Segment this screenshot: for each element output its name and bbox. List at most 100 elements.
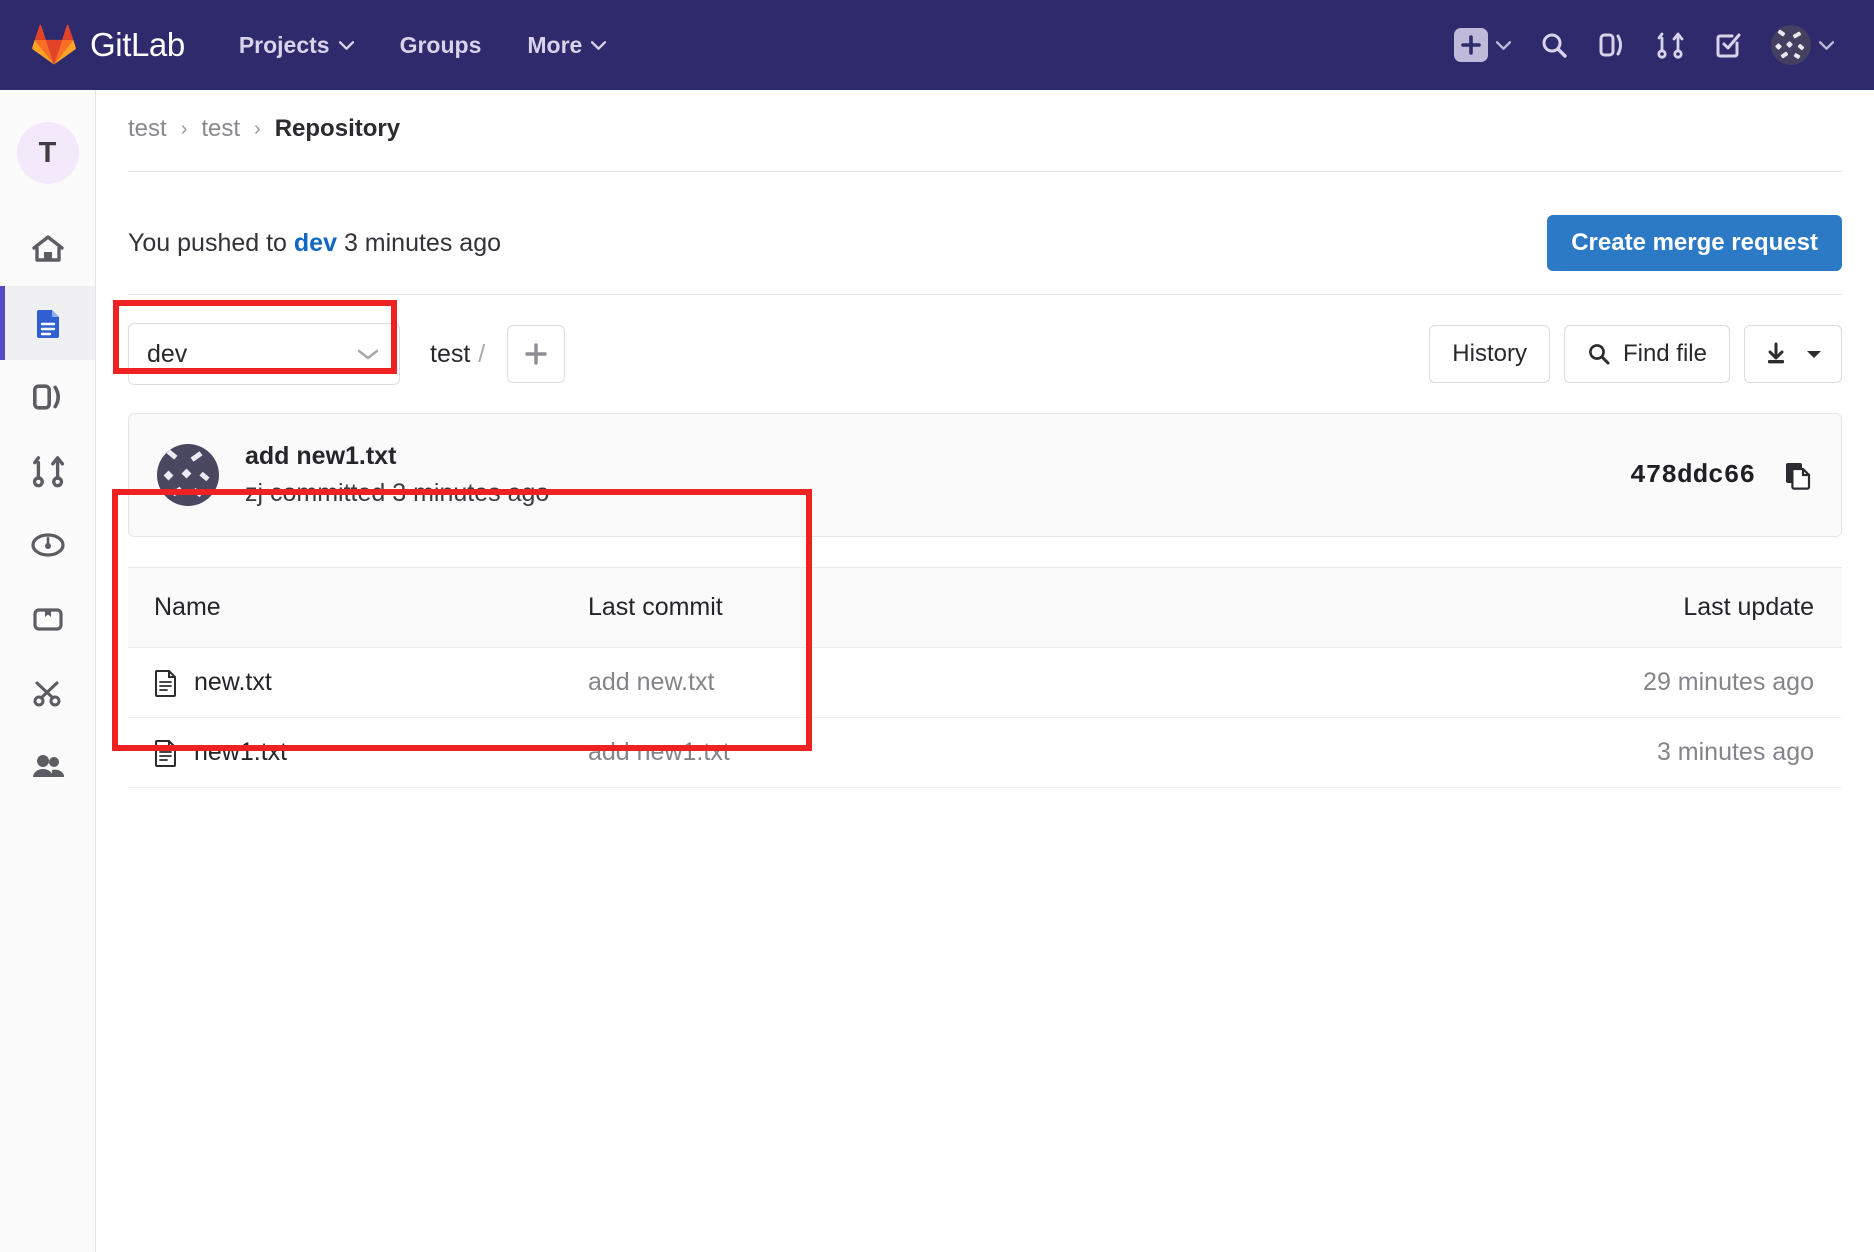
repo-toolbar: dev test / History Find file <box>128 321 1842 387</box>
merge-requests-icon <box>1657 32 1684 59</box>
gitlab-home-link[interactable]: GitLab <box>32 24 185 66</box>
find-file-button[interactable]: Find file <box>1563 325 1730 383</box>
create-merge-request-button[interactable]: Create merge request <box>1547 215 1842 271</box>
commit-sha[interactable]: 478ddc66 <box>1630 460 1755 490</box>
breadcrumb-project[interactable]: test <box>201 115 240 143</box>
repository-icon <box>36 310 59 338</box>
branch-selector[interactable]: dev <box>128 323 400 385</box>
table-row[interactable]: new1.txt add new1.txt 3 minutes ago <box>128 718 1842 788</box>
members-icon <box>32 755 64 777</box>
push-banner: You pushed to dev 3 minutes ago Create m… <box>128 202 1842 284</box>
push-prefix: You pushed to <box>128 228 287 257</box>
column-header-name: Name <box>154 593 221 621</box>
file-name-link[interactable]: new.txt <box>194 668 272 697</box>
navbar-actions <box>1454 25 1834 65</box>
download-icon <box>1768 342 1784 364</box>
path-root[interactable]: test <box>430 340 470 368</box>
download-source-button[interactable] <box>1744 325 1842 383</box>
primary-nav: Projects Groups More <box>239 32 607 59</box>
chevron-down-icon <box>591 40 607 50</box>
sidebar-item-project-overview[interactable] <box>0 212 95 286</box>
last-commit-card: add new1.txt zj committed 3 minutes ago … <box>128 413 1842 537</box>
file-table-header: Name Last commit Last update <box>128 568 1842 648</box>
file-name-cell: new.txt <box>128 668 588 697</box>
sidebar-item-cicd[interactable] <box>0 508 95 582</box>
toolbar-right-actions: History Find file <box>1429 325 1842 383</box>
header-divider <box>128 171 1842 172</box>
project-sidebar: T <box>0 90 96 1252</box>
home-icon <box>31 235 64 262</box>
chevron-down-icon <box>1819 40 1834 50</box>
history-button[interactable]: History <box>1429 325 1550 383</box>
file-last-commit[interactable]: add new1.txt <box>588 738 1422 767</box>
file-last-update: 29 minutes ago <box>1643 668 1814 696</box>
sidebar-item-packages[interactable] <box>0 582 95 656</box>
brand-name: GitLab <box>90 26 185 63</box>
gitlab-repository-page: GitLab Projects Groups More T test › tes… <box>0 0 1874 1252</box>
user-menu-button[interactable] <box>1771 25 1834 65</box>
file-name-link[interactable]: new1.txt <box>194 738 287 767</box>
commit-sha-group: 478ddc66 <box>1630 459 1813 491</box>
table-row[interactable]: new.txt add new.txt 29 minutes ago <box>128 648 1842 718</box>
breadcrumb-group[interactable]: test <box>128 115 167 143</box>
project-avatar[interactable]: T <box>16 122 79 184</box>
plus-icon <box>1454 28 1488 62</box>
top-navbar: GitLab Projects Groups More <box>0 0 1874 90</box>
search-icon <box>1542 33 1567 58</box>
commit-title[interactable]: add new1.txt <box>245 442 549 471</box>
push-message: You pushed to dev 3 minutes ago <box>128 229 501 258</box>
column-header-last-commit: Last commit <box>588 593 723 621</box>
push-suffix: 3 minutes ago <box>343 228 501 257</box>
sidebar-item-members[interactable] <box>0 730 95 804</box>
packages-icon <box>32 608 63 631</box>
copy-icon[interactable] <box>1783 459 1813 491</box>
issues-icon <box>32 384 60 410</box>
column-header-last-update: Last update <box>1683 593 1814 621</box>
breadcrumb-current: Repository <box>274 115 401 142</box>
todos-icon <box>1716 33 1741 58</box>
nav-groups-label: Groups <box>399 31 482 58</box>
sidebar-item-repository[interactable] <box>0 286 95 360</box>
file-last-update: 3 minutes ago <box>1656 738 1814 766</box>
new-item-button[interactable] <box>1454 28 1511 62</box>
sidebar-item-merge-requests[interactable] <box>0 434 95 508</box>
breadcrumb: test › test › Repository <box>96 90 1874 143</box>
nav-more-label: More <box>527 31 583 58</box>
main-content: test › test › Repository You pushed to d… <box>96 90 1874 1252</box>
commit-meta: add new1.txt zj committed 3 minutes ago <box>245 442 549 508</box>
sidebar-item-issues[interactable] <box>0 360 95 434</box>
nav-projects[interactable]: Projects <box>239 32 354 59</box>
file-last-commit[interactable]: add new.txt <box>588 668 1422 697</box>
chevron-down-icon <box>338 40 354 50</box>
file-name-cell: new1.txt <box>128 738 588 767</box>
search-icon <box>1589 344 1610 365</box>
history-label: History <box>1452 340 1527 367</box>
nav-more[interactable]: More <box>527 31 607 59</box>
add-to-tree-button[interactable] <box>507 325 566 383</box>
scissors-icon <box>33 681 60 707</box>
gitlab-logo-icon <box>32 24 76 65</box>
nav-groups[interactable]: Groups <box>400 32 482 59</box>
file-tree-table: Name Last commit Last update new.txt add… <box>128 567 1842 788</box>
sidebar-items <box>0 212 95 804</box>
search-button[interactable] <box>1539 30 1569 60</box>
cicd-icon <box>30 533 65 557</box>
plus-icon <box>525 343 547 365</box>
merge-requests-icon <box>32 456 64 488</box>
merge-requests-button[interactable] <box>1655 30 1685 60</box>
breadcrumb-separator: › <box>180 117 188 140</box>
nav-projects-label: Projects <box>238 31 330 58</box>
path-separator: / <box>478 339 486 368</box>
banner-divider <box>128 294 1842 295</box>
push-branch-link[interactable]: dev <box>294 229 337 257</box>
chevron-down-icon <box>357 349 379 360</box>
sidebar-item-snippets[interactable] <box>0 656 95 730</box>
issues-icon <box>1599 33 1622 57</box>
avatar <box>1771 25 1811 65</box>
commit-subtitle: zj committed 3 minutes ago <box>245 479 550 507</box>
todos-button[interactable] <box>1713 30 1743 60</box>
chevron-down-icon <box>1496 40 1511 50</box>
breadcrumb-separator: › <box>254 117 261 140</box>
issues-button[interactable] <box>1597 30 1627 60</box>
download-button-group <box>1744 325 1842 383</box>
